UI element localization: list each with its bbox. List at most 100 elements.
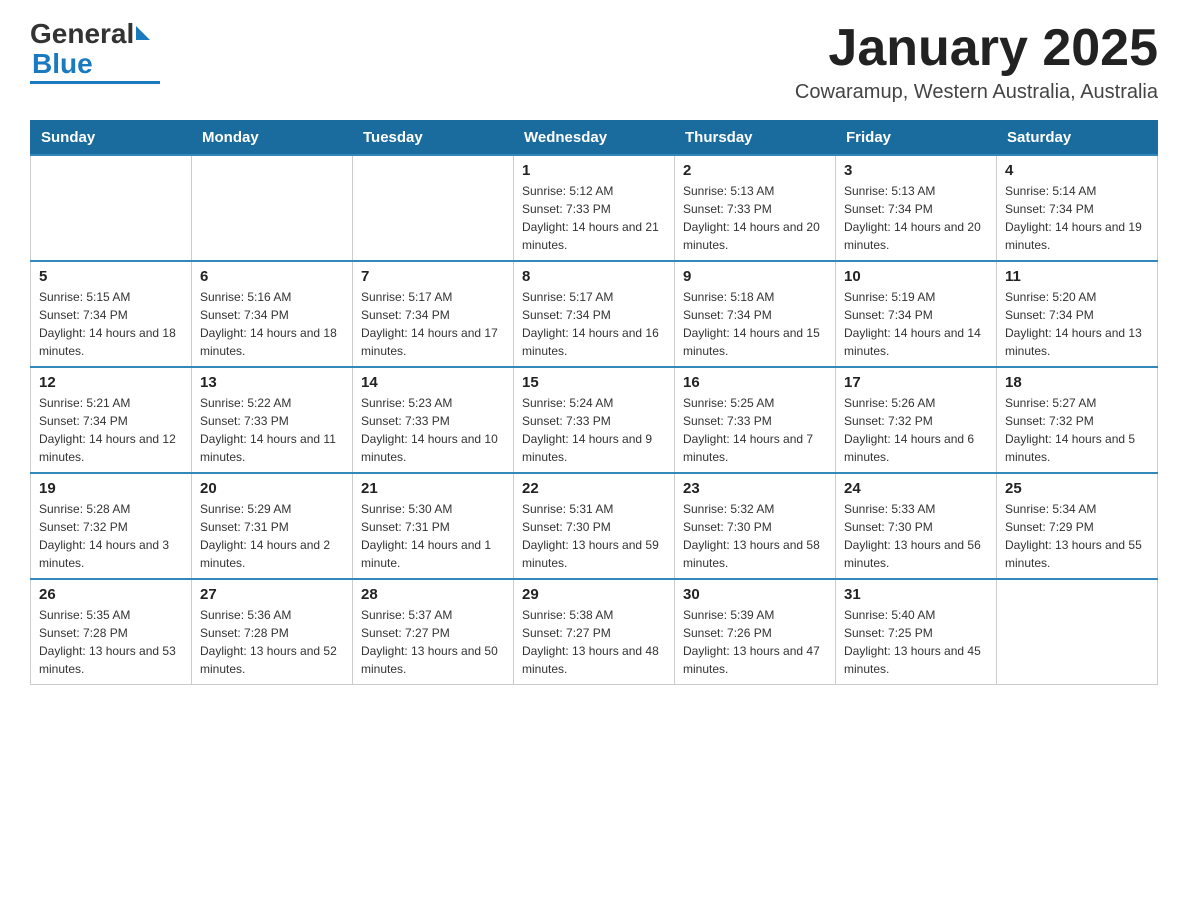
calendar-cell: 20Sunrise: 5:29 AM Sunset: 7:31 PM Dayli… — [192, 473, 353, 579]
calendar-cell: 5 Sunrise: 5:15 AM Sunset: 7:34 PM Daylig… — [31, 261, 192, 367]
day-number: 22 — [522, 480, 666, 497]
header-cell-monday: Monday — [192, 121, 353, 156]
calendar-header: SundayMondayTuesdayWednesdayThursdayFrid… — [31, 121, 1158, 156]
calendar-cell: 13Sunrise: 5:22 AM Sunset: 7:33 PM Dayli… — [192, 367, 353, 473]
day-info: Sunrise: 5:17 AM Sunset: 7:34 PM Dayligh… — [361, 288, 505, 360]
day-number: 23 — [683, 480, 827, 497]
day-number: 25 — [1005, 480, 1149, 497]
day-number: 28 — [361, 586, 505, 603]
day-number: 29 — [522, 586, 666, 603]
day-info: Sunrise: 5:17 AM Sunset: 7:34 PM Dayligh… — [522, 288, 666, 360]
day-info: Sunrise: 5:19 AM Sunset: 7:34 PM Dayligh… — [844, 288, 988, 360]
header-cell-saturday: Saturday — [997, 121, 1158, 156]
calendar-cell: 10 Sunrise: 5:19 AM Sunset: 7:34 PM Dayli… — [836, 261, 997, 367]
day-info: Sunrise: 5:13 AM Sunset: 7:34 PM Dayligh… — [844, 182, 988, 254]
header-cell-sunday: Sunday — [31, 121, 192, 156]
calendar-cell: 27 Sunrise: 5:36 AM Sunset: 7:28 PM Dayli… — [192, 579, 353, 685]
day-info: Sunrise: 5:32 AM Sunset: 7:30 PM Dayligh… — [683, 500, 827, 572]
day-number: 26 — [39, 586, 183, 603]
calendar-cell: 6 Sunrise: 5:16 AM Sunset: 7:34 PM Daylig… — [192, 261, 353, 367]
calendar-week-4: 19 Sunrise: 5:28 AM Sunset: 7:32 PM Dayli… — [31, 473, 1158, 579]
calendar-cell: 14 Sunrise: 5:23 AM Sunset: 7:33 PM Dayli… — [353, 367, 514, 473]
day-info: Sunrise: 5:18 AM Sunset: 7:34 PM Dayligh… — [683, 288, 827, 360]
day-info: Sunrise: 5:13 AM Sunset: 7:33 PM Dayligh… — [683, 182, 827, 254]
day-number: 17 — [844, 374, 988, 391]
subtitle: Cowaramup, Western Australia, Australia — [795, 81, 1158, 104]
calendar-cell: 31Sunrise: 5:40 AM Sunset: 7:25 PM Dayli… — [836, 579, 997, 685]
day-number: 12 — [39, 374, 183, 391]
calendar-cell: 25 Sunrise: 5:34 AM Sunset: 7:29 PM Dayli… — [997, 473, 1158, 579]
day-number: 14 — [361, 374, 505, 391]
day-number: 10 — [844, 268, 988, 285]
calendar-cell: 28Sunrise: 5:37 AM Sunset: 7:27 PM Dayli… — [353, 579, 514, 685]
calendar-cell: 30 Sunrise: 5:39 AM Sunset: 7:26 PM Dayli… — [675, 579, 836, 685]
header-cell-tuesday: Tuesday — [353, 121, 514, 156]
calendar-cell: 21 Sunrise: 5:30 AM Sunset: 7:31 PM Dayli… — [353, 473, 514, 579]
day-number: 16 — [683, 374, 827, 391]
day-number: 27 — [200, 586, 344, 603]
day-info: Sunrise: 5:39 AM Sunset: 7:26 PM Dayligh… — [683, 606, 827, 678]
calendar-cell: 17Sunrise: 5:26 AM Sunset: 7:32 PM Dayli… — [836, 367, 997, 473]
calendar-cell: 1Sunrise: 5:12 AM Sunset: 7:33 PM Daylig… — [514, 155, 675, 261]
day-info: Sunrise: 5:22 AM Sunset: 7:33 PM Dayligh… — [200, 394, 344, 466]
main-title: January 2025 — [795, 20, 1158, 77]
calendar-cell: 24Sunrise: 5:33 AM Sunset: 7:30 PM Dayli… — [836, 473, 997, 579]
calendar-cell: 4 Sunrise: 5:14 AM Sunset: 7:34 PM Daylig… — [997, 155, 1158, 261]
header-row: SundayMondayTuesdayWednesdayThursdayFrid… — [31, 121, 1158, 156]
day-number: 6 — [200, 268, 344, 285]
calendar-cell: 2 Sunrise: 5:13 AM Sunset: 7:33 PM Daylig… — [675, 155, 836, 261]
day-number: 4 — [1005, 162, 1149, 179]
header-cell-friday: Friday — [836, 121, 997, 156]
day-info: Sunrise: 5:25 AM Sunset: 7:33 PM Dayligh… — [683, 394, 827, 466]
day-number: 8 — [522, 268, 666, 285]
day-number: 24 — [844, 480, 988, 497]
calendar-cell: 23 Sunrise: 5:32 AM Sunset: 7:30 PM Dayli… — [675, 473, 836, 579]
day-info: Sunrise: 5:36 AM Sunset: 7:28 PM Dayligh… — [200, 606, 344, 678]
day-number: 31 — [844, 586, 988, 603]
calendar-cell — [192, 155, 353, 261]
day-number: 9 — [683, 268, 827, 285]
day-info: Sunrise: 5:28 AM Sunset: 7:32 PM Dayligh… — [39, 500, 183, 572]
day-info: Sunrise: 5:20 AM Sunset: 7:34 PM Dayligh… — [1005, 288, 1149, 360]
day-number: 2 — [683, 162, 827, 179]
day-info: Sunrise: 5:24 AM Sunset: 7:33 PM Dayligh… — [522, 394, 666, 466]
calendar-cell: 12 Sunrise: 5:21 AM Sunset: 7:34 PM Dayli… — [31, 367, 192, 473]
calendar-cell: 29 Sunrise: 5:38 AM Sunset: 7:27 PM Dayli… — [514, 579, 675, 685]
day-info: Sunrise: 5:15 AM Sunset: 7:34 PM Dayligh… — [39, 288, 183, 360]
calendar-week-5: 26Sunrise: 5:35 AM Sunset: 7:28 PM Dayli… — [31, 579, 1158, 685]
calendar: SundayMondayTuesdayWednesdayThursdayFrid… — [30, 120, 1158, 685]
calendar-week-3: 12 Sunrise: 5:21 AM Sunset: 7:34 PM Dayli… — [31, 367, 1158, 473]
calendar-cell — [353, 155, 514, 261]
calendar-cell: 7 Sunrise: 5:17 AM Sunset: 7:34 PM Daylig… — [353, 261, 514, 367]
day-info: Sunrise: 5:23 AM Sunset: 7:33 PM Dayligh… — [361, 394, 505, 466]
logo-general-text: General — [30, 20, 134, 48]
calendar-cell: 8 Sunrise: 5:17 AM Sunset: 7:34 PM Daylig… — [514, 261, 675, 367]
calendar-week-2: 5 Sunrise: 5:15 AM Sunset: 7:34 PM Daylig… — [31, 261, 1158, 367]
calendar-cell: 3Sunrise: 5:13 AM Sunset: 7:34 PM Daylig… — [836, 155, 997, 261]
logo: General Blue — [30, 20, 160, 84]
header-cell-wednesday: Wednesday — [514, 121, 675, 156]
calendar-cell: 16 Sunrise: 5:25 AM Sunset: 7:33 PM Dayli… — [675, 367, 836, 473]
day-info: Sunrise: 5:38 AM Sunset: 7:27 PM Dayligh… — [522, 606, 666, 678]
logo-blue-text: Blue — [32, 48, 93, 80]
calendar-cell — [997, 579, 1158, 685]
calendar-cell: 26Sunrise: 5:35 AM Sunset: 7:28 PM Dayli… — [31, 579, 192, 685]
day-info: Sunrise: 5:16 AM Sunset: 7:34 PM Dayligh… — [200, 288, 344, 360]
calendar-week-1: 1Sunrise: 5:12 AM Sunset: 7:33 PM Daylig… — [31, 155, 1158, 261]
calendar-cell: 19 Sunrise: 5:28 AM Sunset: 7:32 PM Dayli… — [31, 473, 192, 579]
day-number: 21 — [361, 480, 505, 497]
day-number: 30 — [683, 586, 827, 603]
day-info: Sunrise: 5:34 AM Sunset: 7:29 PM Dayligh… — [1005, 500, 1149, 572]
day-info: Sunrise: 5:21 AM Sunset: 7:34 PM Dayligh… — [39, 394, 183, 466]
day-number: 5 — [39, 268, 183, 285]
day-number: 15 — [522, 374, 666, 391]
logo-underline — [30, 81, 160, 84]
day-info: Sunrise: 5:30 AM Sunset: 7:31 PM Dayligh… — [361, 500, 505, 572]
day-info: Sunrise: 5:14 AM Sunset: 7:34 PM Dayligh… — [1005, 182, 1149, 254]
day-info: Sunrise: 5:29 AM Sunset: 7:31 PM Dayligh… — [200, 500, 344, 572]
day-number: 19 — [39, 480, 183, 497]
day-number: 1 — [522, 162, 666, 179]
calendar-body: 1Sunrise: 5:12 AM Sunset: 7:33 PM Daylig… — [31, 155, 1158, 685]
day-number: 7 — [361, 268, 505, 285]
calendar-cell: 11Sunrise: 5:20 AM Sunset: 7:34 PM Dayli… — [997, 261, 1158, 367]
